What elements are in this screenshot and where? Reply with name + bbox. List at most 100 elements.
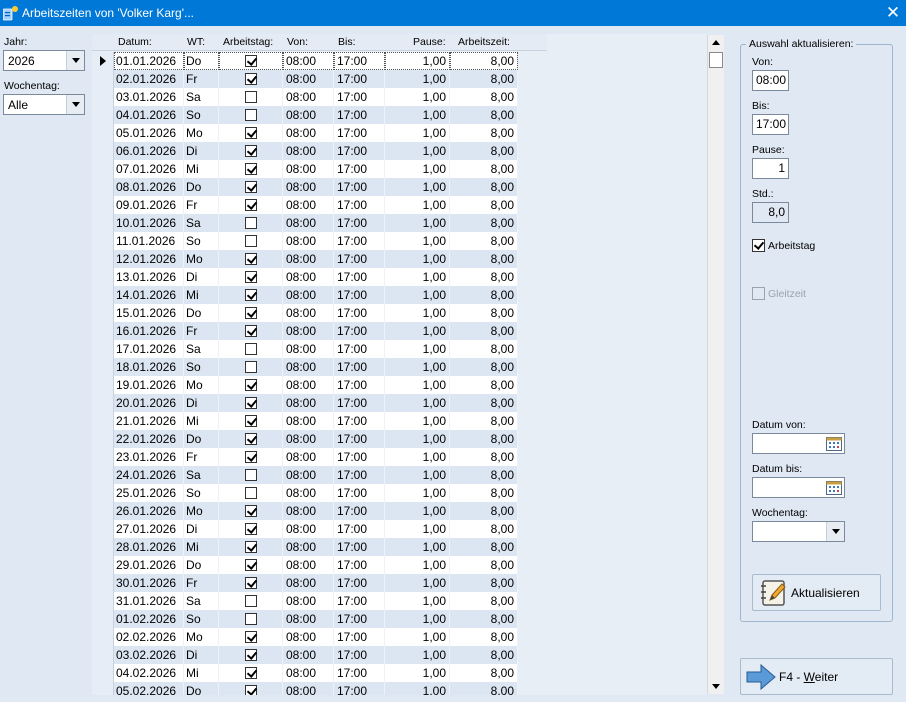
cell-wt[interactable]: Mi — [184, 412, 219, 430]
cell-arbeitszeit[interactable]: 8,00 — [450, 358, 518, 376]
cell-arbeitstag[interactable] — [219, 322, 283, 340]
table-row[interactable]: 26.01.2026 Mo 08:00 17:00 1,00 8,00 — [92, 502, 547, 520]
cell-wt[interactable]: Di — [184, 520, 219, 538]
cell-datum[interactable]: 30.01.2026 — [114, 574, 184, 592]
cell-arbeitszeit[interactable]: 8,00 — [450, 610, 518, 628]
cell-arbeitstag[interactable] — [219, 70, 283, 88]
cell-arbeitstag[interactable] — [219, 592, 283, 610]
cell-datum[interactable]: 01.01.2026 — [114, 52, 184, 70]
cell-datum[interactable]: 10.01.2026 — [114, 214, 184, 232]
cell-pause[interactable]: 1,00 — [385, 646, 450, 664]
cell-von[interactable]: 08:00 — [283, 106, 334, 124]
cell-wt[interactable]: Mo — [184, 376, 219, 394]
cell-datum[interactable]: 05.02.2026 — [114, 682, 184, 695]
cell-arbeitszeit[interactable]: 8,00 — [450, 268, 518, 286]
row-selector[interactable] — [92, 358, 114, 376]
grid-vertical-scrollbar[interactable] — [707, 35, 724, 694]
cell-pause[interactable]: 1,00 — [385, 196, 450, 214]
cell-pause[interactable]: 1,00 — [385, 466, 450, 484]
arbeitstag-row-checkbox[interactable] — [245, 73, 257, 85]
cell-arbeitszeit[interactable]: 8,00 — [450, 142, 518, 160]
arbeitstag-row-checkbox[interactable] — [245, 271, 257, 283]
table-row[interactable]: 21.01.2026 Mi 08:00 17:00 1,00 8,00 — [92, 412, 547, 430]
cell-datum[interactable]: 19.01.2026 — [114, 376, 184, 394]
table-row[interactable]: 15.01.2026 Do 08:00 17:00 1,00 8,00 — [92, 304, 547, 322]
cell-datum[interactable]: 01.02.2026 — [114, 610, 184, 628]
cell-datum[interactable]: 24.01.2026 — [114, 466, 184, 484]
cell-datum[interactable]: 27.01.2026 — [114, 520, 184, 538]
cell-wt[interactable]: Mo — [184, 250, 219, 268]
cell-arbeitstag[interactable] — [219, 610, 283, 628]
cell-pause[interactable]: 1,00 — [385, 250, 450, 268]
cell-pause[interactable]: 1,00 — [385, 502, 450, 520]
cell-wt[interactable]: Sa — [184, 592, 219, 610]
cell-arbeitstag[interactable] — [219, 466, 283, 484]
cell-datum[interactable]: 23.01.2026 — [114, 448, 184, 466]
cell-arbeitstag[interactable] — [219, 340, 283, 358]
column-header-arbeitstag[interactable]: Arbeitstag: — [223, 36, 273, 48]
cell-pause[interactable]: 1,00 — [385, 574, 450, 592]
cell-pause[interactable]: 1,00 — [385, 52, 450, 70]
arbeitstag-row-checkbox[interactable] — [245, 487, 257, 499]
cell-arbeitszeit[interactable]: 8,00 — [450, 682, 518, 695]
jahr-combobox[interactable]: 2026 — [3, 50, 85, 71]
cell-bis[interactable]: 17:00 — [334, 592, 385, 610]
cell-von[interactable]: 08:00 — [283, 52, 334, 70]
cell-von[interactable]: 08:00 — [283, 412, 334, 430]
column-header-bis[interactable]: Bis: — [338, 36, 356, 48]
cell-bis[interactable]: 17:00 — [334, 682, 385, 695]
cell-arbeitstag[interactable] — [219, 520, 283, 538]
table-row[interactable]: 12.01.2026 Mo 08:00 17:00 1,00 8,00 — [92, 250, 547, 268]
cell-arbeitstag[interactable] — [219, 358, 283, 376]
cell-von[interactable]: 08:00 — [283, 448, 334, 466]
cell-bis[interactable]: 17:00 — [334, 214, 385, 232]
row-selector[interactable] — [92, 52, 114, 70]
cell-pause[interactable]: 1,00 — [385, 484, 450, 502]
cell-pause[interactable]: 1,00 — [385, 520, 450, 538]
table-row[interactable]: 14.01.2026 Mi 08:00 17:00 1,00 8,00 — [92, 286, 547, 304]
cell-von[interactable]: 08:00 — [283, 664, 334, 682]
cell-wt[interactable]: Di — [184, 394, 219, 412]
cell-arbeitstag[interactable] — [219, 430, 283, 448]
cell-bis[interactable]: 17:00 — [334, 628, 385, 646]
column-header-arbeitszeit[interactable]: Arbeitszeit: — [458, 36, 510, 48]
cell-arbeitszeit[interactable]: 8,00 — [450, 304, 518, 322]
arbeitstag-row-checkbox[interactable] — [245, 343, 257, 355]
cell-datum[interactable]: 03.01.2026 — [114, 88, 184, 106]
arbeitstag-row-checkbox[interactable] — [245, 181, 257, 193]
cell-arbeitstag[interactable] — [219, 412, 283, 430]
table-row[interactable]: 01.02.2026 So 08:00 17:00 1,00 8,00 — [92, 610, 547, 628]
table-row[interactable]: 11.01.2026 So 08:00 17:00 1,00 8,00 — [92, 232, 547, 250]
cell-von[interactable]: 08:00 — [283, 610, 334, 628]
cell-wt[interactable]: Mo — [184, 502, 219, 520]
wochentag-panel-combobox[interactable] — [752, 521, 845, 542]
cell-arbeitstag[interactable] — [219, 376, 283, 394]
cell-pause[interactable]: 1,00 — [385, 268, 450, 286]
table-row[interactable]: 23.01.2026 Fr 08:00 17:00 1,00 8,00 — [92, 448, 547, 466]
cell-von[interactable]: 08:00 — [283, 340, 334, 358]
cell-bis[interactable]: 17:00 — [334, 610, 385, 628]
table-row[interactable]: 18.01.2026 So 08:00 17:00 1,00 8,00 — [92, 358, 547, 376]
cell-bis[interactable]: 17:00 — [334, 160, 385, 178]
row-selector[interactable] — [92, 430, 114, 448]
arbeitstag-row-checkbox[interactable] — [245, 217, 257, 229]
cell-arbeitstag[interactable] — [219, 574, 283, 592]
table-row[interactable]: 04.01.2026 So 08:00 17:00 1,00 8,00 — [92, 106, 547, 124]
row-selector[interactable] — [92, 304, 114, 322]
cell-von[interactable]: 08:00 — [283, 574, 334, 592]
table-row[interactable]: 02.02.2026 Mo 08:00 17:00 1,00 8,00 — [92, 628, 547, 646]
cell-datum[interactable]: 21.01.2026 — [114, 412, 184, 430]
cell-pause[interactable]: 1,00 — [385, 214, 450, 232]
cell-arbeitstag[interactable] — [219, 106, 283, 124]
cell-datum[interactable]: 28.01.2026 — [114, 538, 184, 556]
cell-arbeitszeit[interactable]: 8,00 — [450, 250, 518, 268]
cell-pause[interactable]: 1,00 — [385, 412, 450, 430]
cell-datum[interactable]: 06.01.2026 — [114, 142, 184, 160]
cell-von[interactable]: 08:00 — [283, 160, 334, 178]
cell-arbeitszeit[interactable]: 8,00 — [450, 556, 518, 574]
cell-bis[interactable]: 17:00 — [334, 106, 385, 124]
cell-arbeitszeit[interactable]: 8,00 — [450, 592, 518, 610]
row-selector[interactable] — [92, 502, 114, 520]
arbeitstag-row-checkbox[interactable] — [245, 613, 257, 625]
cell-von[interactable]: 08:00 — [283, 520, 334, 538]
